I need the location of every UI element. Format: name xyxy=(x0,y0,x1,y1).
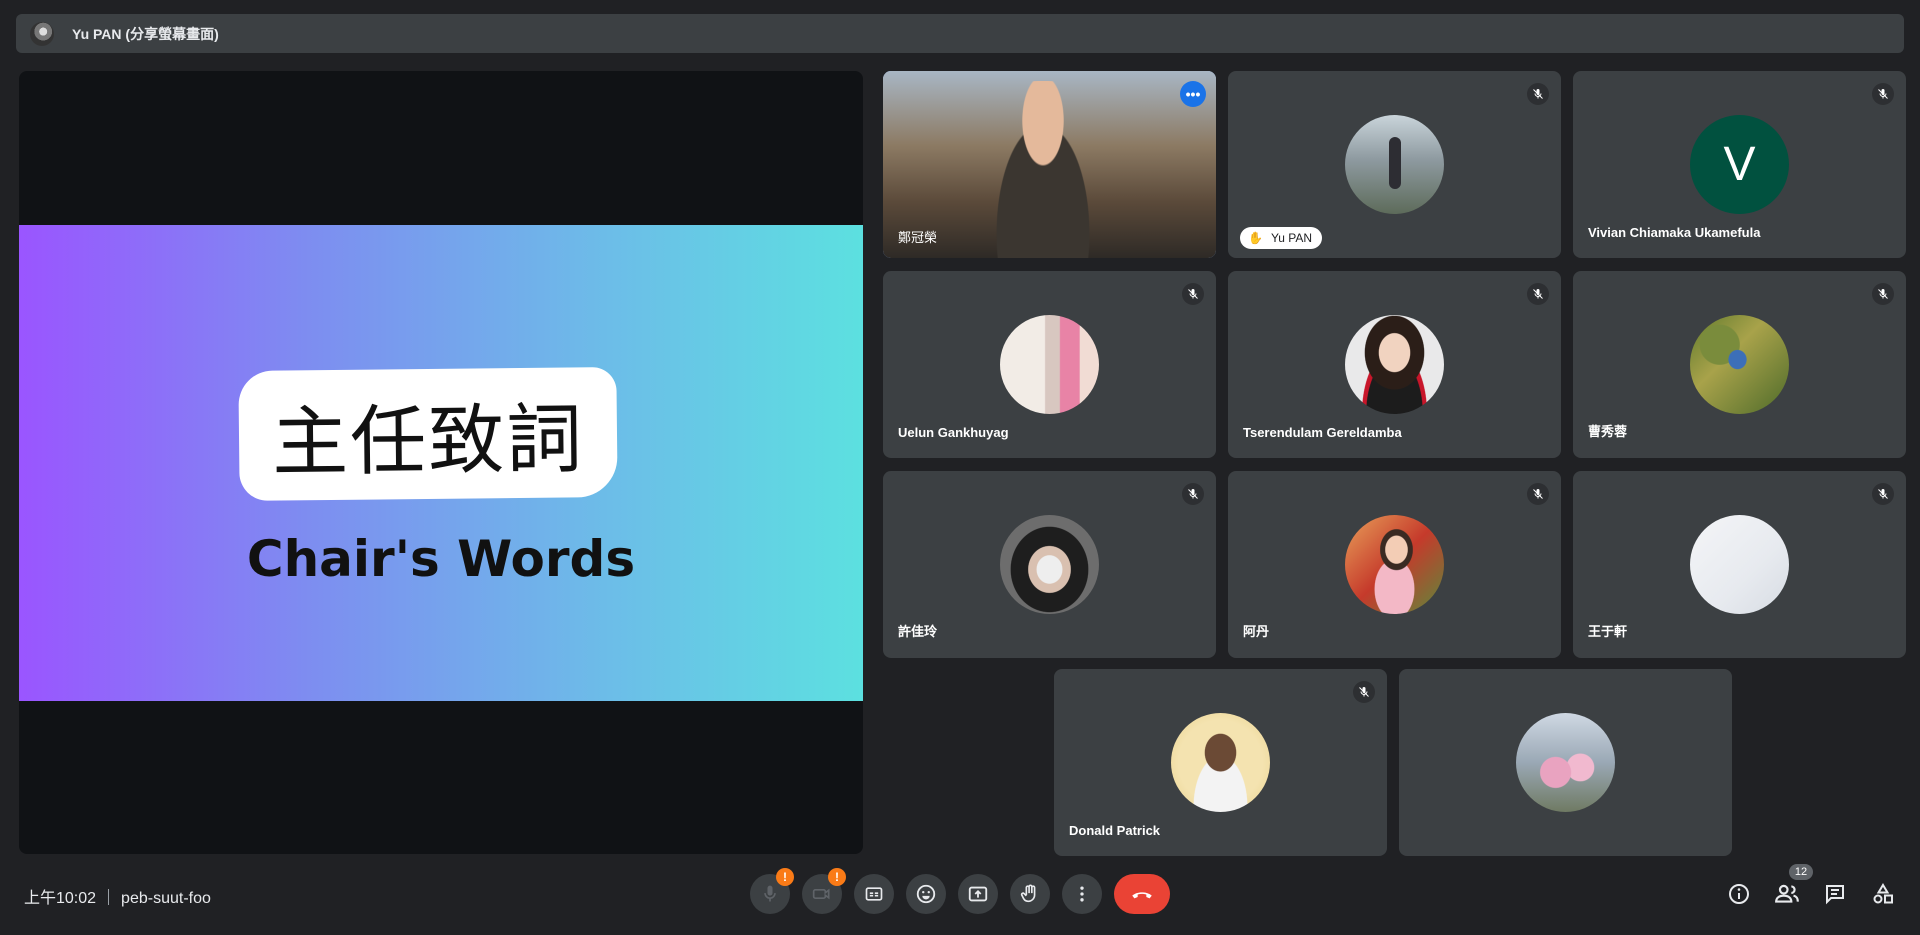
participant-avatar xyxy=(1345,115,1444,214)
camera-warning-badge: ! xyxy=(828,868,846,886)
participant-avatar xyxy=(1000,315,1099,414)
participant-tile[interactable]: 王于軒 xyxy=(1573,471,1906,658)
meeting-code: peb-suut-foo xyxy=(121,890,211,907)
participant-avatar xyxy=(1000,515,1099,614)
camera-button[interactable]: ! xyxy=(802,868,846,914)
participant-initial: V xyxy=(1723,138,1756,191)
participant-tile[interactable]: Tserendulam Gereldamba xyxy=(1228,271,1561,458)
participant-avatar xyxy=(1690,315,1789,414)
mic-off-icon xyxy=(1182,483,1204,505)
captions-icon xyxy=(865,887,883,901)
participant-avatar xyxy=(1690,515,1789,614)
presenter-avatar xyxy=(30,21,54,46)
mic-off-icon xyxy=(1872,483,1894,505)
participant-name: Tserendulam Gereldamba xyxy=(1243,425,1402,440)
meeting-info: 上午10:02 peb-suut-foo xyxy=(24,884,211,908)
participant-name: 阿丹 xyxy=(1243,624,1270,639)
participant-video-person xyxy=(978,81,1108,258)
mic-off-icon xyxy=(1527,83,1549,105)
present-screen-icon xyxy=(968,886,988,902)
participant-tile[interactable]: 曹秀蓉 xyxy=(1573,271,1906,458)
more-options-button[interactable] xyxy=(1062,874,1102,914)
present-button[interactable] xyxy=(958,874,998,914)
slide-title-en: Chair's Words xyxy=(246,530,636,588)
mic-off-icon xyxy=(1353,681,1375,703)
mic-off-icon xyxy=(1872,283,1894,305)
mic-off-icon xyxy=(1527,283,1549,305)
more-options-icon[interactable]: ••• xyxy=(1180,81,1206,107)
call-controls-bar: 上午10:02 peb-suut-foo ! ! xyxy=(0,868,1920,920)
participant-tile[interactable]: V Vivian Chiamaka Ukamefula xyxy=(1573,71,1906,258)
raised-hand-badge: ✋ Yu PAN xyxy=(1240,227,1323,249)
info-icon xyxy=(1729,884,1749,904)
participant-tile[interactable]: Donald Patrick xyxy=(1054,669,1387,856)
participant-name: Vivian Chiamaka Ukamefula xyxy=(1588,225,1761,240)
participant-tile[interactable]: 許佳玲 xyxy=(883,471,1216,658)
captions-button[interactable] xyxy=(854,874,894,914)
mic-button[interactable]: ! xyxy=(750,868,794,914)
participants-count-badge: 12 xyxy=(1789,864,1813,880)
slide-title-box: 主任致詞 xyxy=(238,367,618,501)
participant-tile[interactable]: ••• 鄭冠榮 xyxy=(883,71,1216,258)
participant-name: 鄭冠榮 xyxy=(898,230,938,245)
participant-name: Donald Patrick xyxy=(1069,823,1161,838)
mic-warning-badge: ! xyxy=(776,868,794,886)
meeting-details-button[interactable] xyxy=(1723,878,1755,910)
hang-up-icon xyxy=(1132,892,1152,899)
more-vertical-icon xyxy=(1080,886,1084,902)
participant-name: 許佳玲 xyxy=(898,624,938,639)
participant-avatar: V xyxy=(1690,115,1789,214)
presentation-slide: 主任致詞 Chair's Words xyxy=(19,225,863,701)
emoji-icon xyxy=(916,884,936,904)
raise-hand-icon: ✋ xyxy=(1248,231,1263,245)
activities-icon xyxy=(1873,883,1893,904)
mic-off-icon xyxy=(1872,83,1894,105)
participant-avatar xyxy=(1345,515,1444,614)
emoji-button[interactable] xyxy=(906,874,946,914)
participant-tile[interactable]: 阿丹 xyxy=(1228,471,1561,658)
current-time: 上午10:02 xyxy=(24,890,97,907)
participant-tile[interactable]: ✋ Yu PAN xyxy=(1228,71,1561,258)
participant-name: 曹秀蓉 xyxy=(1588,424,1628,439)
raise-hand-icon xyxy=(1020,884,1036,903)
chat-icon xyxy=(1826,885,1844,905)
participant-tile[interactable]: Uelun Gankhuyag xyxy=(883,271,1216,458)
people-button[interactable] xyxy=(1771,878,1803,910)
raise-hand-button[interactable] xyxy=(1010,874,1050,914)
divider xyxy=(108,889,110,905)
people-icon xyxy=(1775,884,1799,903)
leave-call-button[interactable] xyxy=(1114,874,1170,914)
participant-avatar xyxy=(1516,713,1615,812)
participant-avatar xyxy=(1345,315,1444,414)
mic-off-icon xyxy=(1182,283,1204,305)
participant-name: Yu PAN xyxy=(1270,231,1313,245)
participant-tile[interactable] xyxy=(1399,669,1732,856)
presenter-label: Yu PAN (分享螢幕畫面) xyxy=(72,25,219,42)
mic-off-icon xyxy=(764,885,776,902)
participant-name: 王于軒 xyxy=(1588,624,1628,639)
presenter-bar[interactable]: Yu PAN (分享螢幕畫面) xyxy=(16,14,1904,53)
activities-button[interactable] xyxy=(1867,878,1899,910)
mic-off-icon xyxy=(1527,483,1549,505)
slide-title-cn: 主任致詞 xyxy=(271,394,585,487)
participant-name: Uelun Gankhuyag xyxy=(898,425,1009,440)
chat-button[interactable] xyxy=(1819,878,1851,910)
camera-off-icon xyxy=(812,888,830,900)
shared-screen[interactable]: 主任致詞 Chair's Words xyxy=(19,71,863,854)
participant-avatar xyxy=(1171,713,1270,812)
